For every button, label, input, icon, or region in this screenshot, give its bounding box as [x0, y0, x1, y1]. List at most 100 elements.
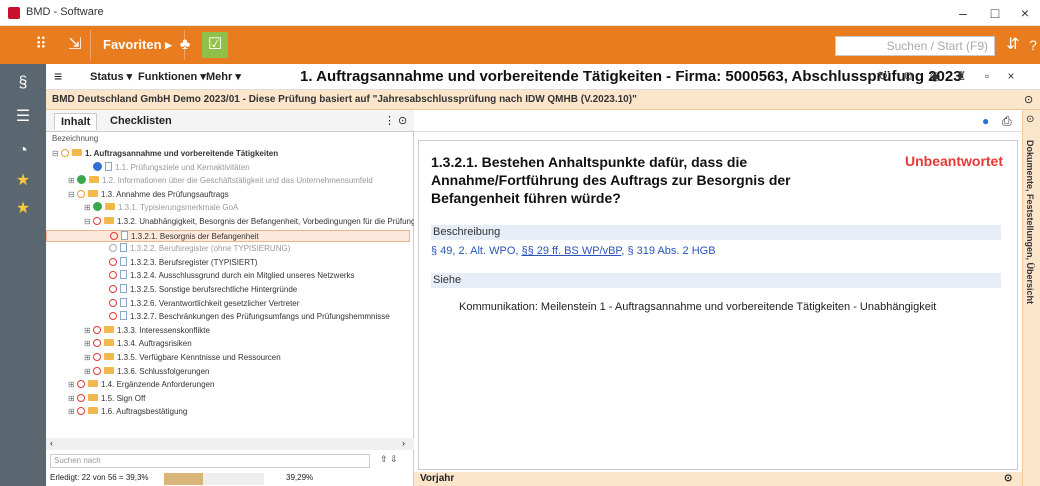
side-strip-label: Dokumente, Feststellungen, Übersicht: [1025, 140, 1035, 305]
expand-icon[interactable]: ⊙: [1004, 472, 1012, 486]
expand-toggle-icon[interactable]: ⊟: [52, 148, 61, 160]
user-icon[interactable]: ♜: [952, 69, 970, 83]
star-icon[interactable]: ★: [10, 168, 36, 194]
window-icon[interactable]: ▫: [978, 69, 996, 83]
tree-row[interactable]: ⊞ 1.4. Ergänzende Anforderungen: [46, 379, 214, 391]
tree-row[interactable]: ⊟ 1. Auftragsannahme und vorbereitende Tä…: [46, 148, 278, 160]
favorites-button[interactable]: Favoriten ▸: [90, 30, 185, 60]
tree-row-label: 1.3.5. Verfügbare Kenntnisse und Ressour…: [117, 353, 281, 362]
scroll-left-icon[interactable]: ‹: [50, 438, 53, 448]
ref-link[interactable]: §§ 29 ff. BS WP/vBP: [521, 245, 621, 257]
folder-icon: [104, 325, 114, 333]
collapse-icon[interactable]: ⊙: [1024, 93, 1033, 106]
star-add-icon[interactable]: ★: [10, 196, 36, 222]
expand-toggle-icon[interactable]: ⊞: [68, 379, 77, 391]
tree-row[interactable]: 1.3.2.7. Beschränkungen des Prüfungsumfa…: [46, 311, 390, 323]
tree-row-label: 1.4. Ergänzende Anforderungen: [101, 380, 215, 390]
status-badge[interactable]: Unbeantwortet: [905, 153, 1003, 169]
expand-toggle-icon[interactable]: ⊟: [68, 189, 77, 201]
done-status-icon: [77, 175, 86, 185]
menu-mehr[interactable]: Mehr ▾: [206, 70, 241, 83]
document-icon: [120, 311, 127, 321]
tree-row[interactable]: ⊞ 1.3.1. Typisierungsmerkmale GoA: [46, 202, 238, 214]
horizontal-scrollbar[interactable]: ‹ ›: [46, 438, 414, 450]
tree-row[interactable]: ⊞ 1.2. Informationen über die Geschäftstä…: [46, 175, 373, 187]
open-status-icon: [93, 217, 101, 225]
tree-row[interactable]: ⊞ 1.3.4. Auftragsrisiken: [46, 338, 192, 350]
tree-row[interactable]: ⊟ 1.3.2. Unabhängigkeit, Besorgnis der Be…: [46, 216, 415, 228]
tree-icon[interactable]: ♣: [172, 32, 198, 58]
side-collapse-icon[interactable]: ⊙: [1026, 114, 1034, 125]
info-icon[interactable]: ●: [982, 114, 989, 128]
ref-part-1: § 49, 2. Alt. WPO,: [431, 245, 522, 257]
expand-toggle-icon[interactable]: ⊟: [84, 216, 93, 228]
tree-row[interactable]: ⊞ 1.6. Auftragsbestätigung: [46, 406, 187, 418]
tree-row-label: 1.6. Auftragsbestätigung: [101, 407, 188, 417]
help-icon[interactable]: ?: [1020, 32, 1040, 58]
tree-row[interactable]: 1.3.2.1. Besorgnis der Befangenheit: [46, 229, 410, 242]
apps-grid-icon[interactable]: ⠿: [28, 32, 54, 58]
search-input[interactable]: Suchen / Start (F9): [835, 36, 995, 56]
open-status-icon: [93, 339, 101, 348]
checklist-icon[interactable]: ☑: [202, 32, 228, 58]
list-icon[interactable]: ☰: [10, 104, 36, 130]
tab-inhalt[interactable]: Inhalt: [54, 113, 98, 130]
beschreibung-header: Beschreibung: [431, 225, 1001, 240]
tree-row[interactable]: 1.3.2.2. Berufsregister (ohne TYPISIERUN…: [46, 243, 290, 255]
info-text: BMD Deutschland GmbH Demo 2023/01 - Dies…: [52, 94, 637, 105]
favorites-toggle-icon[interactable]: ⇲: [62, 32, 88, 58]
main-toolbar: ⠿ ⇲ Favoriten ▸ ♣ ☑ Suchen / Start (F9) …: [0, 26, 1040, 64]
tree-row[interactable]: ⊞ 1.3.3. Interessenskonflikte: [46, 325, 210, 337]
tree-row[interactable]: ⊟ 1.3. Annahme des Prüfungsauftrags: [46, 189, 229, 201]
minimize-button[interactable]: –: [950, 3, 976, 23]
print-icon[interactable]: ⎙: [1002, 114, 1012, 129]
tree-row[interactable]: ⊞ 1.3.5. Verfügbare Kenntnisse und Ressou…: [46, 352, 281, 364]
clock-icon[interactable]: ◔: [10, 138, 36, 164]
expand-toggle-icon[interactable]: ⊞: [68, 406, 77, 418]
tab-checklisten[interactable]: Checklisten: [110, 115, 172, 127]
document-icon[interactable]: §: [10, 70, 36, 96]
side-strip[interactable]: ⊙ Dokumente, Feststellungen, Übersicht: [1022, 110, 1040, 486]
hamburger-icon[interactable]: ≡: [54, 68, 62, 84]
tree-row-label: 1.5. Sign Off: [101, 393, 146, 403]
expand-toggle-icon[interactable]: ⊞: [84, 352, 93, 364]
more-icon[interactable]: ⋮ ⊙: [384, 114, 407, 127]
refresh-icon[interactable]: ↻: [874, 69, 892, 83]
expand-toggle-icon[interactable]: ⊞: [84, 338, 93, 350]
tree-row[interactable]: 1.3.2.4. Ausschlussgrund durch ein Mitgl…: [46, 270, 355, 282]
left-nav-bar: § ☰ ◔ ★ ★: [0, 64, 46, 486]
done-text: Erledigt: 22 von 56 = 39,3%: [50, 473, 149, 482]
open-status-icon: [77, 407, 85, 416]
settings-icon[interactable]: ◉: [926, 69, 944, 83]
document-icon: [105, 161, 112, 171]
progress-fill: [164, 473, 204, 485]
detail-panel: ● ⎙ 1.3.2.1. Bestehen Anhaltspunkte dafü…: [414, 110, 1022, 486]
layout-icon[interactable]: ⧉: [900, 69, 918, 84]
progress-row: Erledigt: 22 von 56 = 39,3% 39,29%: [46, 472, 414, 486]
tree-row[interactable]: 1.3.2.3. Berufsregister (TYPISIERT): [46, 256, 257, 269]
find-input[interactable]: Suchen nach: [50, 454, 370, 468]
tree-row[interactable]: 1.3.2.5. Sonstige berufsrechtliche Hinte…: [46, 284, 297, 296]
find-nav-icon[interactable]: ⇧ ⇩: [380, 454, 398, 465]
scroll-right-icon[interactable]: ›: [402, 438, 405, 448]
vorjahr-label: Vorjahr: [420, 473, 455, 484]
tree-row-label: 1.3.2.2. Berufsregister (ohne TYPISIERUN…: [130, 244, 291, 254]
tree-row-label: 1. Auftragsannahme und vorbereitende Tät…: [85, 149, 279, 158]
expand-toggle-icon[interactable]: ⊞: [68, 393, 77, 405]
expand-toggle-icon[interactable]: ⊞: [68, 175, 77, 187]
tree-row[interactable]: 1.3.2.6. Verantwortlichkeit gesetzlicher…: [46, 297, 299, 310]
expand-toggle-icon[interactable]: ⊞: [84, 325, 93, 337]
menu-funktionen[interactable]: Funktionen ▾: [138, 70, 206, 83]
tree-row[interactable]: ⊞ 1.5. Sign Off: [46, 393, 145, 405]
panel-tabs: Inhalt Checklisten ⋮ ⊙: [46, 110, 414, 132]
tree-row[interactable]: 1.1. Prüfungsziele und Kernaktivitäten: [46, 161, 250, 174]
close-tab-icon[interactable]: ×: [1002, 69, 1020, 83]
expand-toggle-icon[interactable]: ⊞: [84, 202, 93, 214]
close-window-button[interactable]: ×: [1012, 3, 1038, 23]
expand-toggle-icon[interactable]: ⊞: [84, 366, 93, 378]
maximize-button[interactable]: □: [982, 3, 1008, 23]
menu-status[interactable]: Status ▾: [90, 70, 132, 83]
vorjahr-bar[interactable]: Vorjahr ⊙: [414, 472, 1022, 486]
open-status-icon: [110, 231, 118, 240]
tree-row[interactable]: ⊞ 1.3.6. Schlussfolgerungen: [46, 366, 210, 378]
